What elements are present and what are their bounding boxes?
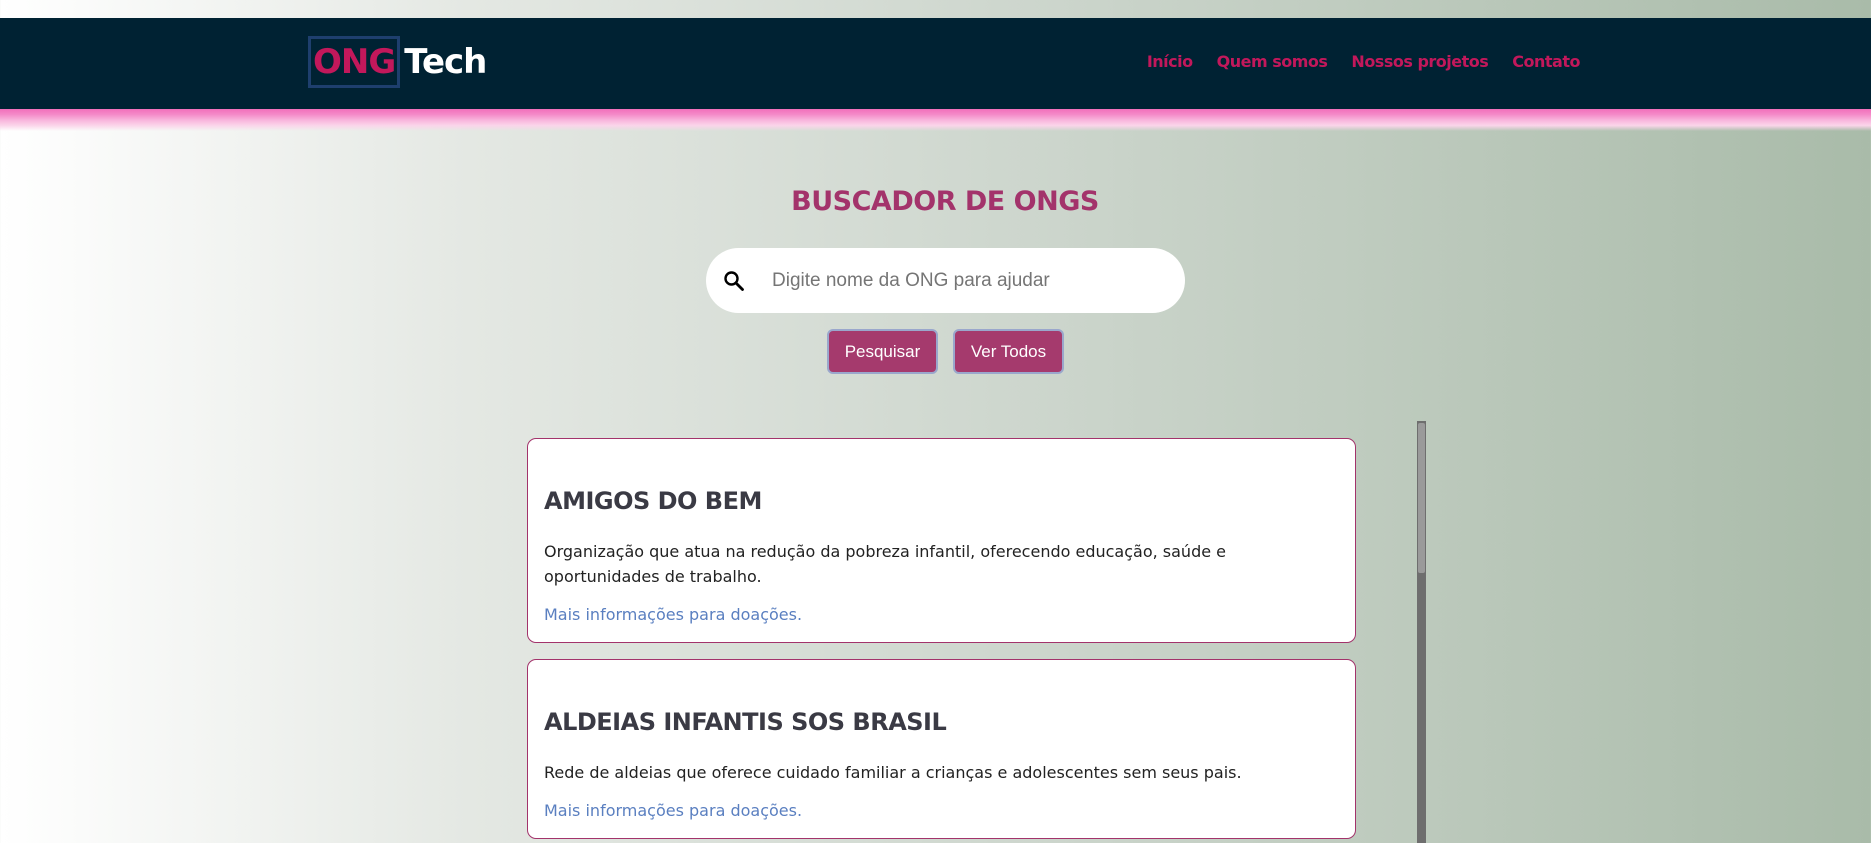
main-nav: Início Quem somos Nossos projetos Contat… xyxy=(1147,52,1581,71)
ngo-description: Rede de aldeias que oferece cuidado fami… xyxy=(544,763,1242,782)
ngo-name: AMIGOS DO BEM xyxy=(544,487,762,515)
ngo-description: Organização que atua na redução da pobre… xyxy=(544,542,1226,586)
view-all-button[interactable]: Ver Todos xyxy=(953,329,1064,374)
donation-link[interactable]: Mais informações para doações. xyxy=(544,605,1339,642)
logo-tech: Tech xyxy=(404,42,487,82)
site-header xyxy=(0,18,1871,109)
nav-nossos-projetos[interactable]: Nossos projetos xyxy=(1351,52,1488,71)
list-scrollbar-thumb[interactable] xyxy=(1418,423,1425,573)
ngo-name: ALDEIAS INFANTIS SOS BRASIL xyxy=(544,708,947,736)
search-input[interactable] xyxy=(772,269,1152,292)
search-button[interactable]: Pesquisar xyxy=(827,329,938,374)
page-title: BUSCADOR DE ONGS xyxy=(791,186,1099,217)
header-stripes xyxy=(0,109,1871,131)
nav-inicio[interactable]: Início xyxy=(1147,52,1193,71)
logo-ong: ONG xyxy=(308,36,401,88)
ngo-list: AMIGOS DO BEM Organização que atua na re… xyxy=(527,438,1356,843)
ngo-card: AMIGOS DO BEM Organização que atua na re… xyxy=(527,438,1356,643)
ngo-card: ALDEIAS INFANTIS SOS BRASIL Rede de alde… xyxy=(527,659,1356,839)
logo[interactable]: ONG Tech xyxy=(308,36,487,88)
search-box[interactable] xyxy=(706,248,1185,313)
donation-link[interactable]: Mais informações para doações. xyxy=(544,801,1339,838)
top-strip xyxy=(0,0,1871,18)
nav-contato[interactable]: Contato xyxy=(1512,52,1580,71)
search-icon xyxy=(724,270,744,291)
nav-quem-somos[interactable]: Quem somos xyxy=(1217,52,1328,71)
